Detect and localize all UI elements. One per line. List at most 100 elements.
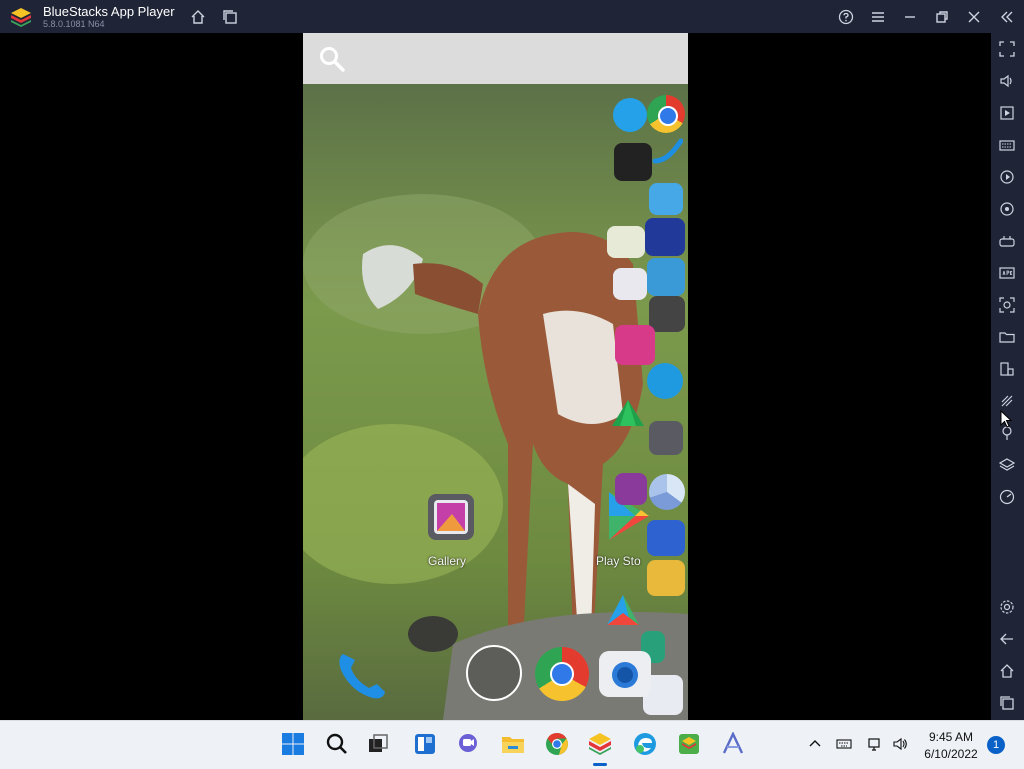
android-screen[interactable]: Gallery Play Sto [303,33,688,720]
side-app-gem[interactable] [610,398,646,434]
windows-taskbar: 9:45 AM 6/10/2022 1 [0,720,1024,769]
network-button[interactable] [866,735,884,753]
clock-time[interactable]: 9:45 AM [920,730,982,744]
teams-chat-button[interactable] [455,731,481,757]
recent-apps-button[interactable] [998,694,1016,712]
rotate-icon [1000,202,1014,216]
taskbar-search-button[interactable] [324,731,350,757]
minimize-icon [905,16,915,18]
notification-badge[interactable]: 1 [987,736,1005,754]
media-button[interactable] [998,104,1016,122]
arc-app-button[interactable] [720,731,746,757]
side-app-phone[interactable] [651,137,684,167]
performance-icon [999,489,1015,505]
rotate-button[interactable] [998,200,1016,218]
network-icon [868,738,880,751]
eco-mode-button[interactable] [998,392,1016,410]
volume-tray-button[interactable] [891,735,909,753]
apk-button[interactable] [998,264,1016,282]
tray-overflow-button[interactable] [806,735,824,753]
search-bar[interactable] [303,33,688,84]
keyboard-icon [999,140,1015,151]
dock-phone[interactable] [333,648,389,704]
side-app-calendar[interactable] [607,226,645,258]
macro-button[interactable] [998,168,1016,186]
active-app-indicator [593,763,607,766]
camera-icon [612,662,638,688]
mouse-cursor-icon [1000,410,1012,428]
volume-icon [893,737,907,751]
right-sidebar [991,33,1024,720]
arc-icon [722,732,744,754]
task-view-icon [369,734,388,752]
collapse-sidebar-button[interactable] [996,6,1018,28]
side-app-game[interactable] [615,473,647,505]
multi-instance-button[interactable] [219,6,241,28]
taskbar-edge-button[interactable] [632,731,658,757]
maximize-button[interactable] [931,6,953,28]
screenshot-button[interactable] [998,296,1016,314]
app-version: 5.8.0.1081 N64 [43,19,105,29]
taskbar-bluestacks-button[interactable] [587,731,613,757]
task-view-button[interactable] [365,731,391,757]
dock-app-drawer[interactable] [466,645,522,701]
layers-button[interactable] [998,456,1016,474]
side-app-camera[interactable] [613,268,647,300]
fullscreen-icon [999,41,1015,57]
bluestacks-icon [589,733,611,755]
back-button[interactable] [998,630,1016,648]
folder-button[interactable] [998,328,1016,346]
side-app-dialer[interactable] [613,98,647,132]
teams-chat-icon [459,734,477,752]
side-app-cards[interactable] [647,520,685,556]
volume-button[interactable] [998,72,1016,90]
apk-icon [999,267,1015,279]
side-app-home-x[interactable] [649,183,683,215]
folder-icon [999,332,1015,343]
menu-button[interactable] [867,6,889,28]
multi-screen-icon [1000,362,1014,376]
window-titlebar: BlueStacks App Player 5.8.0.1081 N64 [0,0,1024,33]
minimize-button[interactable] [899,6,921,28]
gem-icon [612,400,644,426]
keyboard-button[interactable] [998,136,1016,154]
multi-instance-manager-button[interactable] [676,731,702,757]
settings-button[interactable] [998,598,1016,616]
close-button[interactable] [963,6,985,28]
file-explorer-button[interactable] [500,731,526,757]
gamepad-icon [999,236,1015,247]
dock-camera[interactable] [599,651,651,697]
side-app-gallery[interactable] [649,421,683,455]
taskbar-chrome-button[interactable] [544,731,570,757]
multi-screen-button[interactable] [998,360,1016,378]
input-indicator-button[interactable] [835,735,853,753]
side-app-gems-game[interactable] [645,218,685,256]
help-icon [838,9,854,25]
chevron-up-icon [809,740,821,747]
start-button[interactable] [280,731,306,757]
edge-icon [634,733,656,755]
side-app-pie-chart[interactable] [649,474,685,510]
settings-icon [1000,600,1014,614]
gamepad-button[interactable] [998,232,1016,250]
side-app-cracked-screen[interactable] [649,296,685,332]
menu-icon [872,12,884,22]
android-home-button[interactable] [998,662,1016,680]
dock-chrome[interactable] [535,647,589,701]
side-app-blocks-game[interactable] [647,258,685,296]
gallery-app[interactable] [428,494,474,540]
widgets-button[interactable] [412,731,438,757]
side-app-chrome[interactable] [647,95,685,133]
home-button[interactable] [187,6,209,28]
side-app-puzzle-game[interactable] [614,143,652,181]
side-app-balls-game[interactable] [615,325,655,365]
performance-button[interactable] [998,488,1016,506]
help-button[interactable] [835,6,857,28]
close-icon [968,11,980,23]
side-app-share[interactable] [647,363,683,399]
side-app-jigsaw[interactable] [647,560,685,596]
screenshot-icon [999,297,1015,313]
clock-date[interactable]: 6/10/2022 [920,747,982,761]
fullscreen-button[interactable] [998,40,1016,58]
side-app-play-store-small[interactable] [605,593,641,629]
